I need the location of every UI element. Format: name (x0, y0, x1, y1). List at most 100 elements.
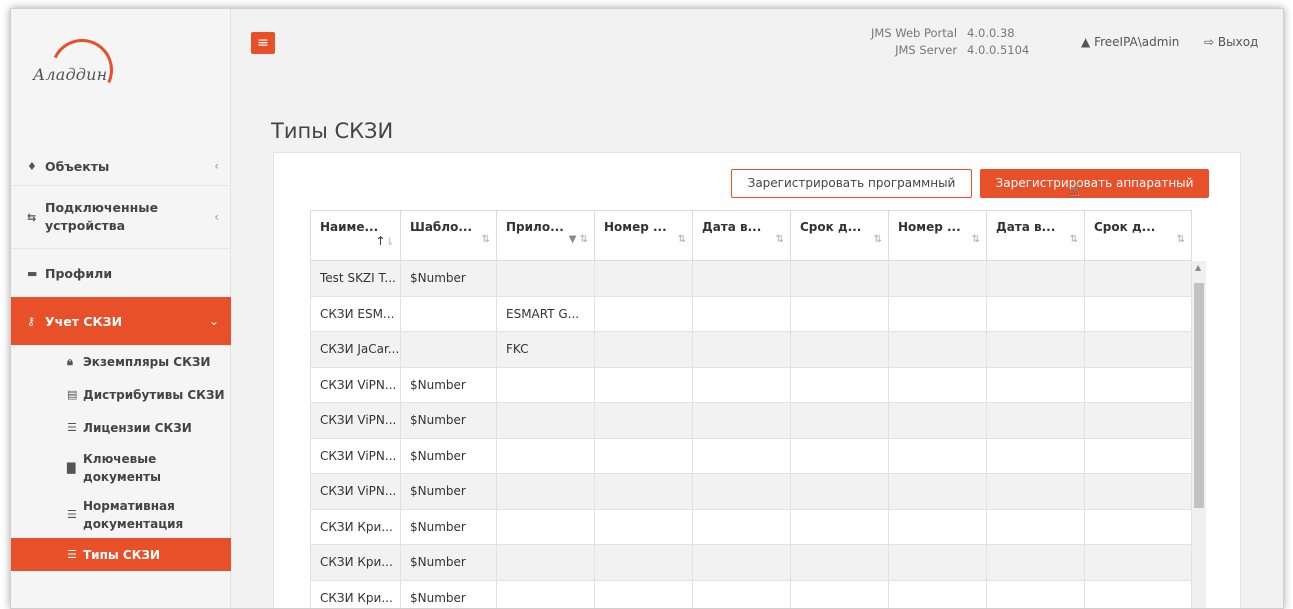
table-cell (692, 473, 791, 510)
sidebar-subitem-key-documents[interactable]: ▇ Ключевые документы (11, 444, 231, 491)
sidebar-item-label: Профили (45, 265, 113, 281)
user-menu[interactable]: ▲ FreeIPA\admin (1081, 35, 1179, 49)
table-cell: СКЗИ Кри... (310, 579, 401, 608)
table-row[interactable]: СКЗИ ViPN... $Number (310, 437, 1192, 474)
sort-icon[interactable]: ⇅ (874, 234, 882, 245)
column-header[interactable]: Прило... ▼ ⇅ (496, 210, 595, 261)
table-cell (1084, 402, 1192, 439)
hamburger-icon: ≡ (257, 35, 269, 51)
logout-link[interactable]: ⇨ Выход (1204, 35, 1258, 49)
column-header[interactable]: Наиме... ↑⇂ (310, 210, 401, 261)
table-cell (888, 473, 987, 510)
table-cell (496, 579, 595, 608)
table-cell (986, 331, 1085, 368)
column-header[interactable]: Дата в... ⇅ (692, 210, 791, 261)
table-row[interactable]: СКЗИ Кри... $Number (310, 508, 1192, 545)
column-header-label: Наиме... (320, 220, 379, 234)
filter-sort-icon[interactable]: ▼ ⇅ (569, 234, 588, 245)
sort-icon[interactable]: ⇅ (1070, 234, 1078, 245)
table-cell (1084, 331, 1192, 368)
table-row[interactable]: СКЗИ ViPN... $Number (310, 366, 1192, 403)
menu-toggle-button[interactable]: ≡ (251, 32, 275, 54)
chevron-down-icon: ⌄ (208, 314, 219, 328)
column-header[interactable]: Номер ... ⇅ (888, 210, 987, 261)
column-header[interactable]: Дата в... ⇅ (986, 210, 1085, 261)
column-header-label: Срок д... (800, 220, 862, 234)
table-cell (1084, 437, 1192, 474)
table-cell (1084, 473, 1192, 510)
table-cell (692, 402, 791, 439)
sort-icon[interactable]: ⇅ (678, 234, 686, 245)
table-cell: $Number (400, 437, 497, 474)
table-cell (496, 366, 595, 403)
file-icon: ▤ (67, 388, 78, 401)
sidebar-item-label: Учет СКЗИ (45, 313, 123, 329)
column-header-label: Дата в... (996, 220, 1056, 234)
sidebar-subitem-skzi-types[interactable]: ☰ Типы СКЗИ (11, 538, 231, 571)
sidebar-subitem-normative-docs[interactable]: ☰ Нормативная документация (11, 491, 231, 538)
table-row[interactable]: СКЗИ ESM... ESMART G... (310, 295, 1192, 332)
column-header[interactable]: Шабло... ⇅ (400, 210, 497, 261)
column-header-label: Шабло... (410, 220, 473, 234)
sidebar: Аладдин ♦ Объекты ‹ ⇆ Подключенные устро… (11, 9, 231, 608)
column-header[interactable]: Срок д... ⇅ (1084, 210, 1192, 261)
sort-icon[interactable]: ⇅ (1177, 234, 1185, 245)
table-cell: $Number (400, 473, 497, 510)
scrollbar-thumb[interactable] (1194, 283, 1204, 508)
table-cell (594, 473, 693, 510)
sidebar-subitem-instances[interactable]: 🔒︎ Экземпляры СКЗИ (11, 345, 231, 378)
filter-icon[interactable]: ▼ (569, 234, 577, 245)
portal-label: JMS Web Portal (871, 26, 958, 40)
table-row[interactable]: СКЗИ JaCar... FKC (310, 331, 1192, 368)
table-cell: СКЗИ ViPN... (310, 366, 401, 403)
table-cell (692, 366, 791, 403)
sidebar-subitem-distributions[interactable]: ▤ Дистрибутивы СКЗИ (11, 378, 231, 411)
scroll-up-icon[interactable]: ▲ (1195, 263, 1201, 272)
sidebar-item-devices[interactable]: ⇆ Подключенные устройства ‹ (11, 186, 231, 248)
table-cell (496, 437, 595, 474)
table-cell (594, 579, 693, 608)
sort-asc-icon[interactable]: ↑⇂ (376, 234, 394, 248)
table-cell (1084, 295, 1192, 332)
sidebar-nav: ♦ Объекты ‹ ⇆ Подключенные устройства ‹ … (11, 147, 231, 571)
column-header[interactable]: Номер ... ⇅ (594, 210, 693, 261)
version-info: JMS Web Portal 4.0.0.38 JMS Server 4.0.0… (871, 25, 1037, 59)
table-row[interactable]: СКЗИ Кри... $Number (310, 544, 1192, 581)
table-cell (692, 295, 791, 332)
table-cell: ESMART G... (496, 295, 595, 332)
table-row[interactable]: СКЗИ Кри... $Number (310, 579, 1192, 608)
sort-icon[interactable]: ⇅ (482, 234, 490, 245)
table-cell (594, 402, 693, 439)
column-header-label: Прило... (506, 220, 564, 234)
sort-icon[interactable]: ⇅ (972, 234, 980, 245)
table-row[interactable]: Test SKZI T... $Number (310, 260, 1192, 297)
table-cell (986, 295, 1085, 332)
table-cell (888, 579, 987, 608)
table-cell: $Number (400, 579, 497, 608)
table-cell (888, 366, 987, 403)
sidebar-item-label: Объекты (45, 158, 110, 174)
register-hardware-button[interactable]: Зарегистрировать аппаратный (980, 169, 1209, 198)
table-cell: $Number (400, 260, 497, 297)
table-row[interactable]: СКЗИ ViPN... $Number (310, 402, 1192, 439)
table-row[interactable]: СКЗИ ViPN... $Number (310, 473, 1192, 510)
table-cell: $Number (400, 366, 497, 403)
column-header[interactable]: Срок д... ⇅ (790, 210, 889, 261)
sidebar-item-objects[interactable]: ♦ Объекты ‹ (11, 147, 231, 185)
sidebar-item-profiles[interactable]: ▬ Профили (11, 249, 231, 297)
sidebar-item-skzi-accounting[interactable]: ⚷ Учет СКЗИ ⌄ (11, 297, 231, 345)
table-cell (986, 260, 1085, 297)
table-cell (888, 544, 987, 581)
lock-icon: 🔒︎ (67, 354, 73, 368)
logout-label: Выход (1217, 35, 1259, 49)
sidebar-subitem-licenses[interactable]: ☰ Лицензии СКЗИ (11, 411, 231, 444)
register-software-button[interactable]: Зарегистрировать программный (731, 169, 972, 198)
sort-icon[interactable]: ⇅ (776, 234, 784, 245)
user-name: FreeIPA\admin (1094, 35, 1180, 49)
table-cell (496, 473, 595, 510)
table-cell (692, 437, 791, 474)
table-cell: СКЗИ JaCar... (310, 331, 401, 368)
table-cell (986, 437, 1085, 474)
vertical-scrollbar[interactable]: ▲ ▼ (1192, 261, 1206, 608)
table-cell (888, 437, 987, 474)
